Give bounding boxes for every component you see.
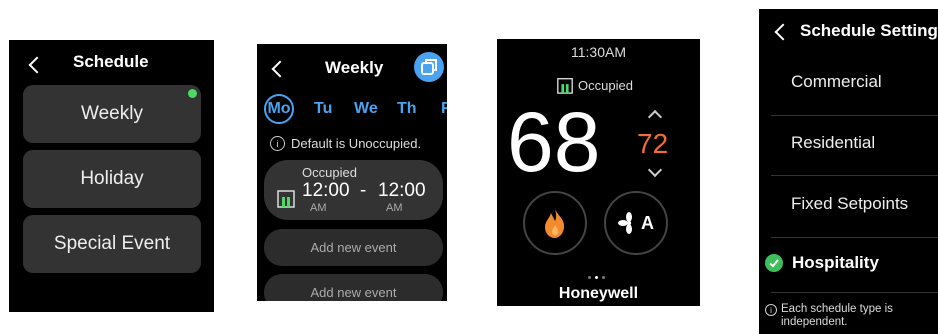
flame-icon: [545, 209, 565, 238]
info-row: i Default is Unoccupied.: [270, 136, 421, 151]
system-mode-button[interactable]: [523, 191, 587, 255]
page-dot: [602, 276, 605, 279]
option-hospitality[interactable]: Hospitality: [765, 253, 879, 273]
schedule-screen: Schedule Weekly Holiday Special Event: [9, 40, 214, 312]
day-th-tab[interactable]: Th: [397, 100, 417, 118]
page-title: Schedule: [73, 52, 149, 71]
event-label: Occupied: [302, 165, 357, 180]
page-title: Weekly: [325, 58, 384, 77]
info-icon: i: [270, 136, 285, 151]
option-commercial[interactable]: Commercial: [791, 72, 882, 92]
occupancy-status: Occupied: [556, 76, 633, 94]
divider: [771, 237, 938, 238]
weekly-screen: Weekly Mo Tu We Th F i Default is Unoccu…: [257, 44, 447, 301]
current-temperature: 68: [507, 95, 601, 189]
time-separator: -: [360, 180, 367, 201]
end-ampm: AM: [386, 202, 403, 214]
page-title: Schedule Setting: [800, 21, 938, 40]
day-mo-tab[interactable]: Mo: [264, 94, 294, 124]
building-icon: [277, 190, 295, 208]
check-icon: [765, 254, 783, 272]
divider: [771, 115, 938, 116]
day-label: Mo: [267, 100, 291, 117]
schedule-item-holiday[interactable]: Holiday: [23, 150, 201, 208]
divider: [771, 292, 938, 293]
clock-time: 11:30AM: [571, 44, 626, 60]
fan-mode-label: A: [641, 212, 654, 233]
day-tu-tab[interactable]: Tu: [314, 100, 332, 118]
footer-text: Each schedule type is independent.: [781, 303, 893, 328]
fan-icon: [618, 212, 632, 234]
occupied-event[interactable]: Occupied 12:00 AM - 12:00 AM: [264, 160, 443, 220]
end-time: 12:00: [378, 180, 426, 201]
setpoint-up-icon[interactable]: [647, 109, 663, 125]
back-chevron-icon[interactable]: [28, 56, 46, 74]
add-event-button[interactable]: Add new event: [264, 229, 443, 266]
add-event-button[interactable]: Add new event: [264, 274, 443, 301]
day-fr-tab[interactable]: F: [441, 100, 447, 118]
back-chevron-icon[interactable]: [271, 60, 289, 78]
fan-mode-button[interactable]: A: [604, 191, 668, 255]
brand-logo: Honeywell: [558, 285, 639, 302]
add-event-label: Add new event: [310, 285, 397, 300]
thermostat-screen: 11:30AM Occupied 68 72 A Honeywell: [497, 39, 700, 306]
status-label: Occupied: [578, 77, 633, 93]
footer-info: i Each schedule type is independent.: [765, 303, 933, 329]
schedule-item-label: Holiday: [80, 168, 144, 189]
schedule-item-label: Weekly: [81, 103, 143, 124]
building-icon: [557, 78, 573, 94]
setpoint-down-icon[interactable]: [647, 162, 663, 178]
page-dot: [595, 276, 598, 279]
day-we-tab[interactable]: We: [354, 100, 378, 118]
back-chevron-icon[interactable]: [774, 23, 792, 41]
add-event-label: Add new event: [310, 240, 397, 255]
divider: [771, 175, 938, 176]
schedule-item-special-event[interactable]: Special Event: [23, 215, 201, 273]
info-icon: i: [765, 304, 777, 316]
start-time: 12:00: [302, 180, 350, 201]
start-ampm: AM: [310, 202, 327, 214]
option-label: Hospitality: [792, 253, 879, 272]
copy-schedule-button[interactable]: [414, 52, 444, 82]
setpoint-temperature: 72: [637, 128, 669, 159]
schedule-item-weekly[interactable]: Weekly: [23, 85, 201, 143]
option-fixed-setpoints[interactable]: Fixed Setpoints: [791, 194, 908, 214]
active-indicator-dot: [188, 89, 197, 98]
page-dot: [588, 276, 591, 279]
page-indicator: [588, 276, 605, 279]
schedule-setting-screen: Schedule Setting Commercial Residential …: [759, 9, 938, 334]
option-residential[interactable]: Residential: [791, 133, 875, 153]
schedule-item-label: Special Event: [53, 233, 171, 254]
info-text: Default is Unoccupied.: [291, 136, 422, 151]
copy-icon: [421, 59, 437, 75]
